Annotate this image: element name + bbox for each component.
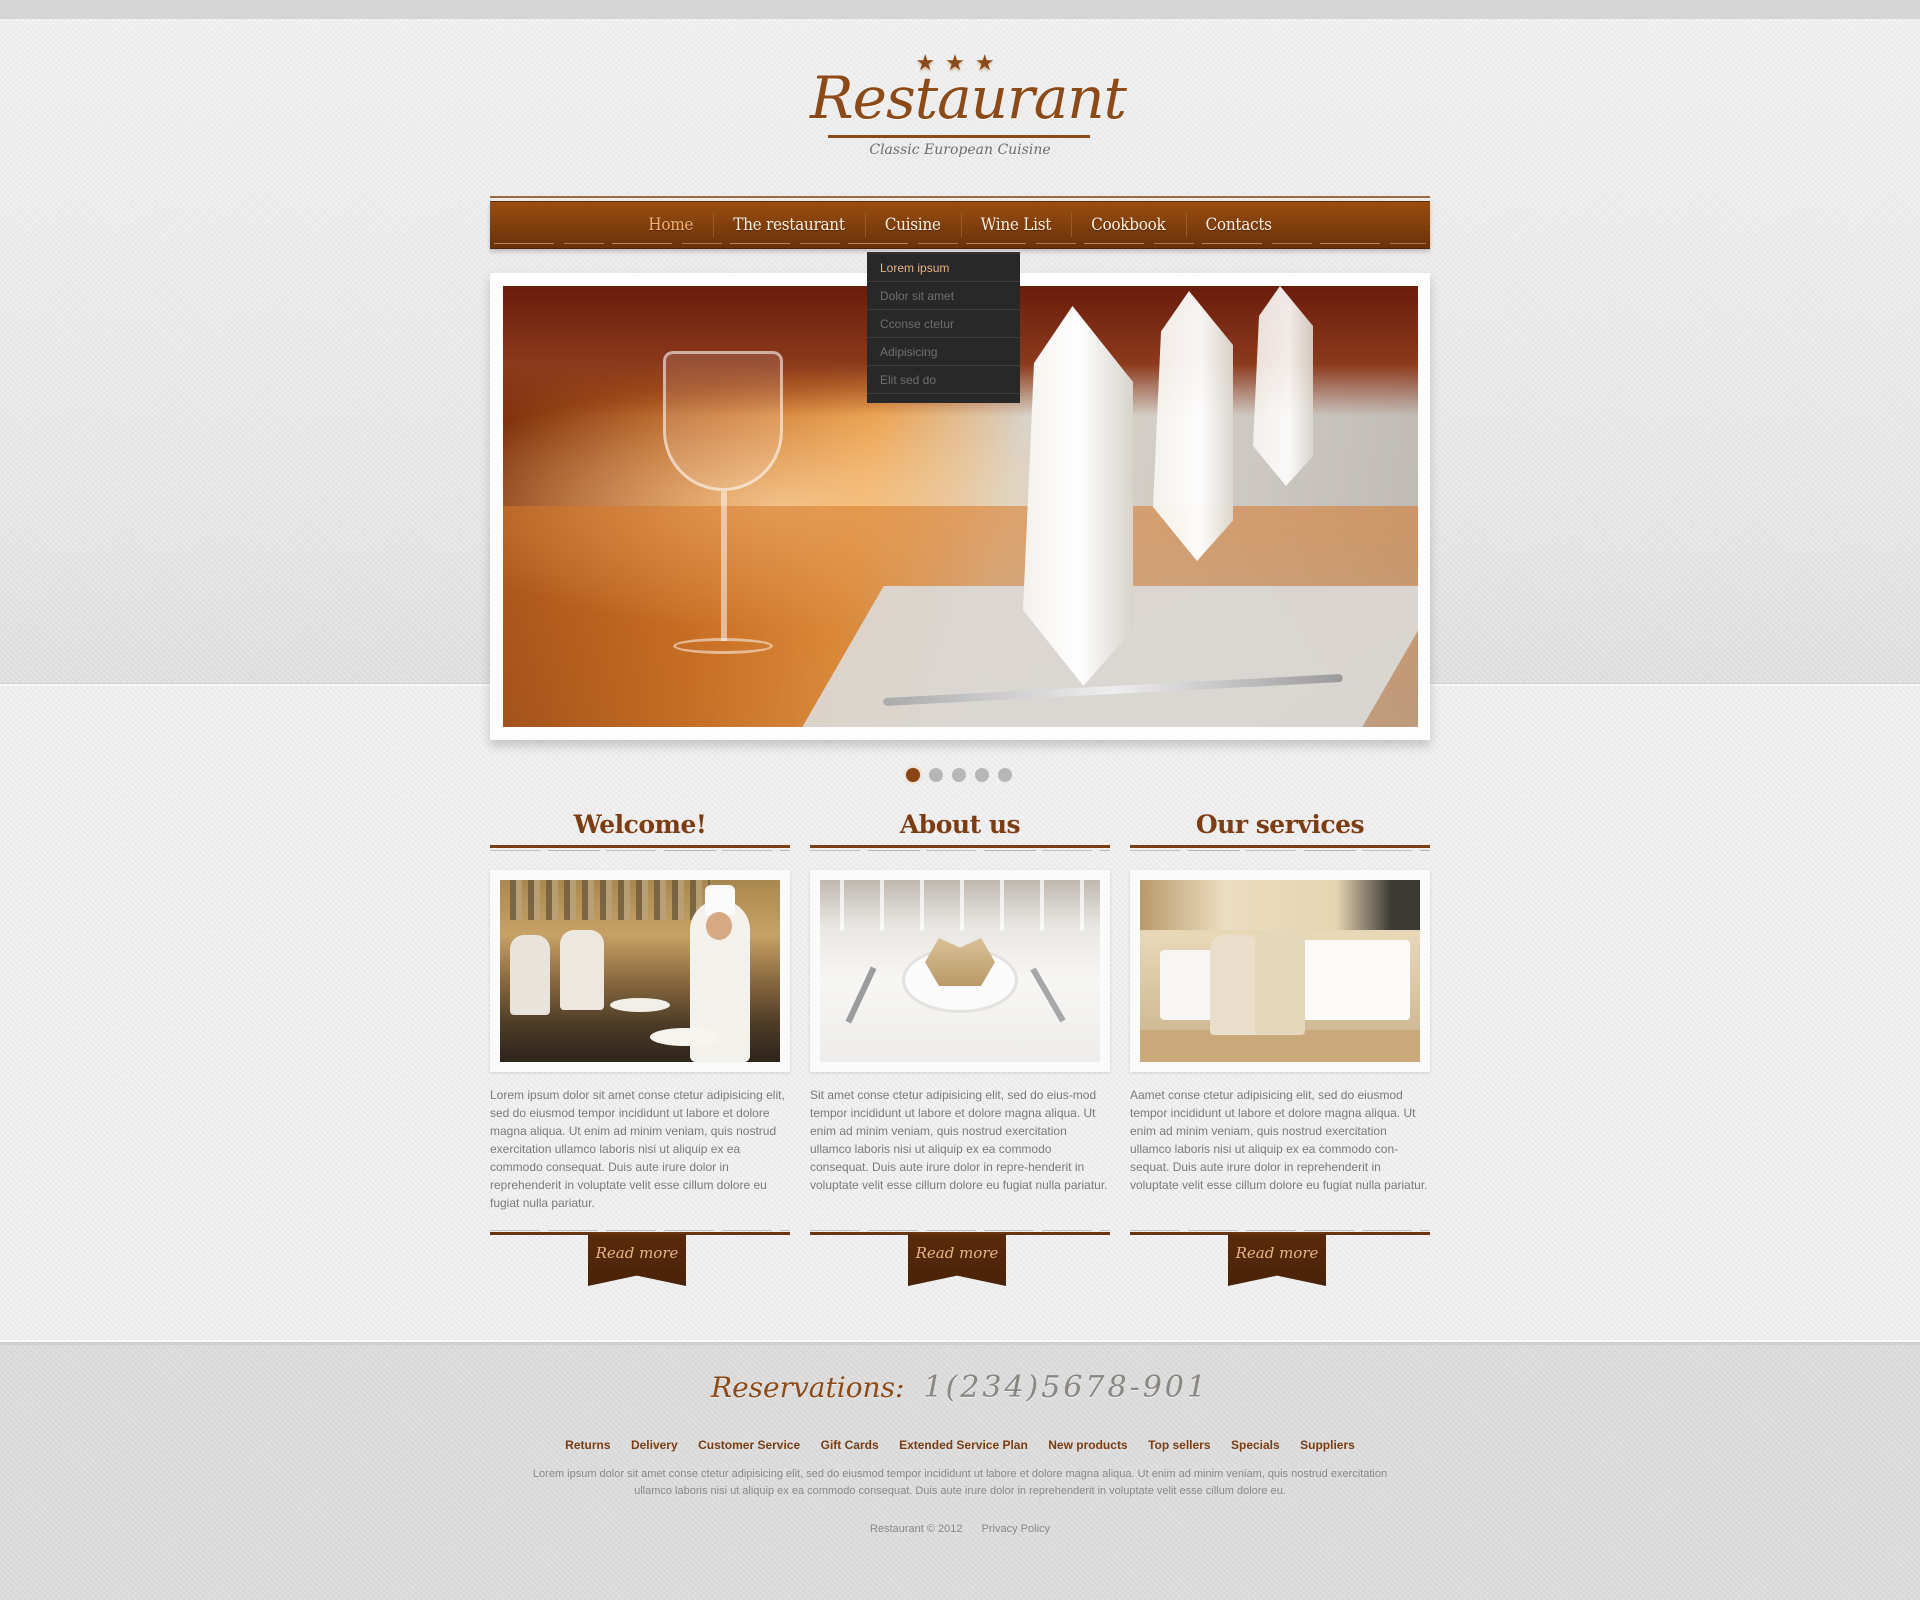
logo-subtitle: Classic European Cuisine <box>869 142 1051 158</box>
chefs-kitchen-image[interactable] <box>500 880 780 1062</box>
nav-item-home[interactable]: Home <box>628 210 713 240</box>
column-heading: Our services <box>1195 810 1365 839</box>
top-bar <box>0 0 1920 19</box>
slider-dot-5[interactable] <box>998 768 1012 782</box>
heading-rule-dashed <box>1130 850 1430 851</box>
slider-dot-1[interactable] <box>906 768 920 782</box>
table-setting-image[interactable] <box>820 880 1100 1062</box>
footer-links: Returns Delivery Customer Service Gift C… <box>0 1436 1920 1454</box>
kitchen-chef-hat <box>705 885 735 915</box>
column-heading: Welcome! <box>573 810 707 839</box>
slider-dot-4[interactable] <box>975 768 989 782</box>
cuisine-dropdown-menu: Lorem ipsum Dolor sit amet Cconse ctetur… <box>867 252 1020 403</box>
dropdown-item-adipisicing[interactable]: Adipisicing <box>867 338 1020 366</box>
nav-item-the-restaurant[interactable]: The restaurant <box>713 210 865 240</box>
reservations: Reservations: 1(234)5678-901 <box>0 1370 1920 1405</box>
heading-rule <box>810 845 1110 848</box>
table-knife <box>1030 967 1066 1023</box>
dining-room-image[interactable] <box>1140 880 1420 1062</box>
heading-rule <box>1130 845 1430 848</box>
footer-link-extended-service-plan[interactable]: Extended Service Plan <box>899 1438 1028 1452</box>
nav-item-contacts[interactable]: Contacts <box>1185 210 1292 240</box>
rule-dashed <box>810 1230 1110 1231</box>
slider-dot-2[interactable] <box>929 768 943 782</box>
room-wall <box>1140 880 1420 930</box>
heading-rule-dashed <box>810 850 1110 851</box>
dropdown-item-dolor-sit-amet[interactable]: Dolor sit amet <box>867 282 1020 310</box>
column-image-frame <box>810 870 1110 1072</box>
kitchen-chef <box>560 930 604 1010</box>
column-text: Aamet conse ctetur adipisicing elit, sed… <box>1130 1088 1428 1192</box>
dropdown-item-cconse-ctetur[interactable]: Cconse ctetur <box>867 310 1020 338</box>
copyright-bar: Restaurant © 2012 Privacy Policy <box>0 1523 1920 1535</box>
table-glasses <box>820 880 1100 930</box>
footer-link-top-sellers[interactable]: Top sellers <box>1148 1438 1210 1452</box>
main-nav: Home The restaurant Cuisine Wine List Co… <box>490 201 1430 249</box>
footer-link-gift-cards[interactable]: Gift Cards <box>821 1438 879 1452</box>
column-image-frame <box>1130 870 1430 1072</box>
footer-text: Lorem ipsum dolor sit amet conse ctetur … <box>532 1468 1388 1497</box>
slide-napkin <box>1023 306 1133 686</box>
nav-item-wine-list[interactable]: Wine List <box>960 210 1071 240</box>
about-us-column: About us Sit amet conse ctetur adipisici… <box>810 805 1110 1286</box>
heading-rule <box>490 845 790 848</box>
footer-link-specials[interactable]: Specials <box>1231 1438 1280 1452</box>
room-chair <box>1210 935 1260 1035</box>
footer-link-new-products[interactable]: New products <box>1048 1438 1127 1452</box>
welcome-column: Welcome! Lorem ipsum dolor sit amet cons… <box>490 805 790 1286</box>
our-services-column: Our services Aamet conse ctetur adipisic… <box>1130 805 1430 1286</box>
privacy-policy-link[interactable]: Privacy Policy <box>982 1523 1050 1535</box>
slider-dot-3[interactable] <box>952 768 966 782</box>
logo-title: Restaurant <box>810 64 1127 132</box>
table-napkin-fold <box>925 938 995 986</box>
kitchen-chef <box>510 935 550 1015</box>
rule-dashed <box>490 1230 790 1231</box>
column-image-frame <box>490 870 790 1072</box>
slide-napkin <box>1153 291 1233 561</box>
rule-dashed <box>1130 1230 1430 1231</box>
footer-link-customer-service[interactable]: Customer Service <box>698 1438 800 1452</box>
logo[interactable]: ★★★ Restaurant Classic European Cuisine <box>810 50 1127 170</box>
slide-glass-foot <box>673 638 773 654</box>
table-fork <box>845 966 877 1024</box>
copyright-text: Restaurant © 2012 <box>869 1523 963 1535</box>
heading-rule-dashed <box>490 850 790 851</box>
slide-glass-stem <box>721 491 727 641</box>
kitchen-plate <box>610 998 670 1012</box>
kitchen-pans <box>510 880 710 920</box>
room-chair <box>1255 930 1305 1035</box>
dropdown-item-lorem-ipsum[interactable]: Lorem ipsum <box>867 254 1020 282</box>
room-tablecloth <box>1290 940 1410 1020</box>
column-text: Lorem ipsum dolor sit amet conse ctetur … <box>490 1088 785 1210</box>
footer-link-returns[interactable]: Returns <box>565 1438 610 1452</box>
column-heading: About us <box>899 810 1021 839</box>
reservations-phone[interactable]: 1(234)5678-901 <box>923 1370 1209 1405</box>
kitchen-chef-face <box>706 912 732 940</box>
reservations-label: Reservations: <box>711 1371 905 1404</box>
slide-wine-glass <box>663 351 783 491</box>
kitchen-plate <box>650 1028 720 1046</box>
footer-link-delivery[interactable]: Delivery <box>631 1438 678 1452</box>
dropdown-item-elit-sed-do[interactable]: Elit sed do <box>867 366 1020 394</box>
column-text: Sit amet conse ctetur adipisicing elit, … <box>810 1088 1108 1192</box>
slide-napkin <box>1253 286 1313 486</box>
nav-item-cuisine[interactable]: Cuisine <box>864 210 961 240</box>
nav-top-rule <box>490 196 1430 198</box>
nav-item-cookbook[interactable]: Cookbook <box>1071 210 1185 240</box>
slider-pagination <box>906 768 1012 782</box>
footer-link-suppliers[interactable]: Suppliers <box>1300 1438 1355 1452</box>
logo-underline <box>828 135 1090 138</box>
